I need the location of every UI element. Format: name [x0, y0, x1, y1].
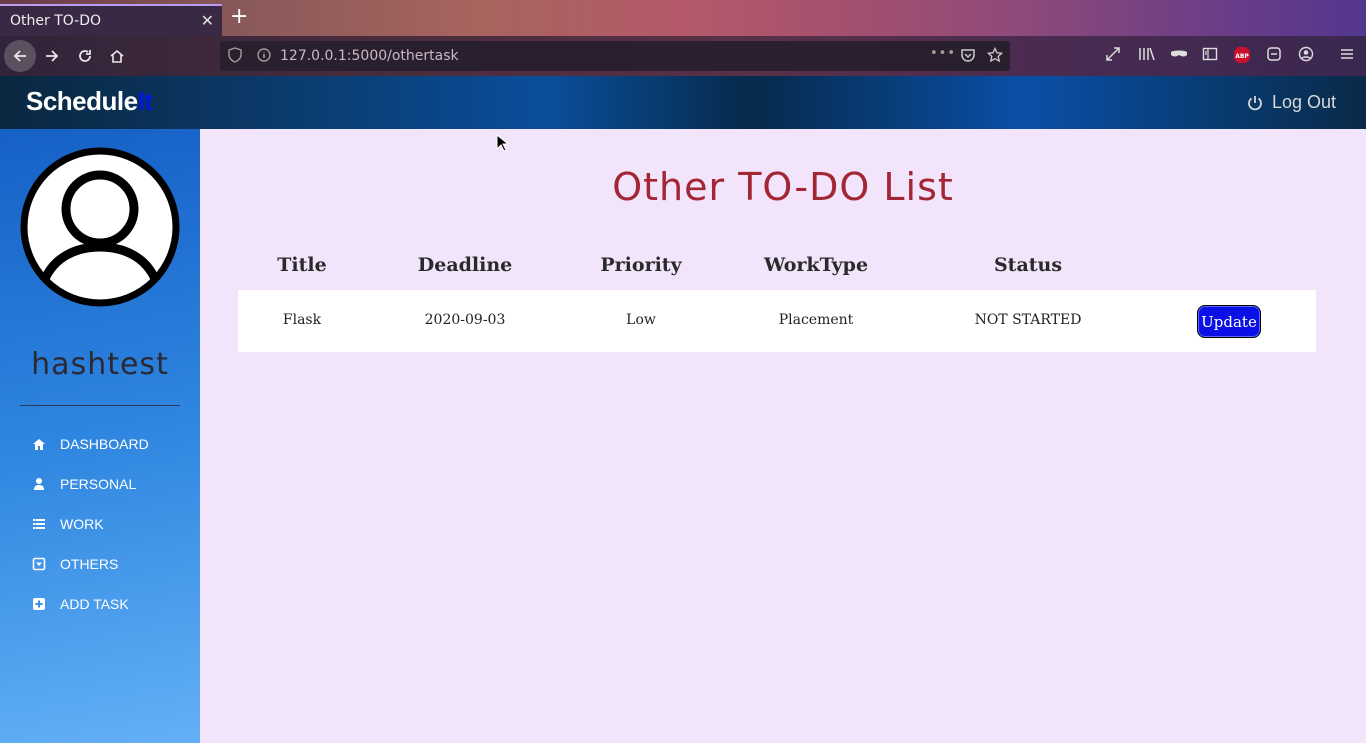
url-bar[interactable]: 127.0.0.1:5000/othertask ••• [220, 41, 1010, 71]
plus-square-icon [32, 597, 46, 611]
private-mask-icon[interactable] [1170, 46, 1188, 62]
reload-button[interactable] [69, 40, 101, 72]
column-header-title: Title [277, 254, 327, 276]
sidebar-item-work[interactable]: WORK [32, 512, 104, 536]
cell-title: Flask [282, 312, 322, 328]
browser-tab[interactable]: Other TO-DO ✕ [0, 4, 222, 36]
tab-title: Other TO-DO [10, 13, 102, 29]
new-tab-button[interactable]: + [230, 6, 248, 28]
svg-text:ABP: ABP [1235, 53, 1249, 60]
list-icon [32, 517, 46, 531]
username: hashtest [31, 347, 169, 382]
sidebar-item-label: OTHERS [60, 556, 119, 572]
url-text[interactable]: 127.0.0.1:5000/othertask [280, 48, 459, 64]
user-icon [32, 477, 46, 491]
mouse-cursor-icon [496, 134, 508, 152]
account-icon[interactable] [1298, 46, 1314, 62]
sidebar-divider [20, 405, 180, 406]
extension-icon[interactable] [1266, 46, 1282, 62]
shield-icon [228, 47, 242, 63]
column-header-worktype: WorkType [763, 254, 869, 276]
browser-tab-bar: Other TO-DO ✕ + [0, 0, 1366, 36]
avatar [20, 147, 180, 307]
arrow-left-icon [13, 50, 26, 62]
pocket-icon[interactable] [960, 47, 976, 63]
column-header-priority: Priority [600, 254, 682, 276]
browser-nav-bar: 127.0.0.1:5000/othertask ••• ABP [0, 36, 1366, 76]
cell-status: NOT STARTED [974, 312, 1082, 328]
arrow-right-icon [46, 50, 59, 62]
info-icon[interactable] [256, 47, 272, 63]
fullscreen-icon[interactable] [1105, 46, 1121, 62]
sidebar-item-add-task[interactable]: ADD TASK [32, 592, 129, 616]
brand-logo[interactable]: ScheduleIt [26, 86, 153, 117]
sidebar-item-label: WORK [60, 516, 104, 532]
more-icon[interactable]: ••• [930, 46, 956, 61]
close-icon[interactable]: ✕ [201, 11, 214, 30]
sidebar-item-label: PERSONAL [60, 476, 137, 492]
hamburger-menu-icon[interactable] [1339, 46, 1355, 62]
sidebar-item-personal[interactable]: PERSONAL [32, 472, 136, 496]
forward-button[interactable] [36, 40, 68, 72]
sidebar-toggle-icon[interactable] [1202, 46, 1218, 62]
back-button[interactable] [4, 40, 36, 72]
cell-priority: Low [626, 312, 656, 328]
logout-button[interactable]: Log Out [1246, 92, 1336, 113]
power-icon [1248, 95, 1262, 110]
sidebar-item-dashboard[interactable]: DASHBOARD [32, 432, 149, 456]
update-button[interactable]: Update [1197, 305, 1261, 338]
page-title: Other TO-DO List [612, 165, 954, 209]
home-icon [32, 437, 46, 451]
home-icon [110, 49, 124, 63]
logout-label: Log Out [1271, 92, 1336, 112]
sidebar: hashtest DASHBOARD PERSONAL WORK OTHERS … [0, 129, 200, 743]
adblock-icon[interactable]: ABP [1233, 46, 1251, 64]
column-header-status: Status [993, 254, 1063, 276]
sidebar-item-label: DASHBOARD [60, 436, 149, 452]
brand-accent: It [137, 86, 153, 116]
library-icon[interactable] [1138, 46, 1156, 62]
brand-main: Schedule [26, 86, 138, 116]
sidebar-item-label: ADD TASK [60, 596, 129, 612]
caret-box-icon [32, 557, 46, 571]
sidebar-item-others[interactable]: OTHERS [32, 552, 118, 576]
table-row [238, 290, 1316, 352]
home-button[interactable] [101, 40, 133, 72]
reload-icon [79, 50, 91, 62]
cell-deadline: 2020-09-03 [424, 312, 506, 328]
cell-worktype: Placement [778, 312, 854, 328]
column-header-deadline: Deadline [417, 254, 513, 276]
app-header: ScheduleIt Log Out [0, 76, 1366, 129]
star-icon[interactable] [987, 47, 1003, 63]
